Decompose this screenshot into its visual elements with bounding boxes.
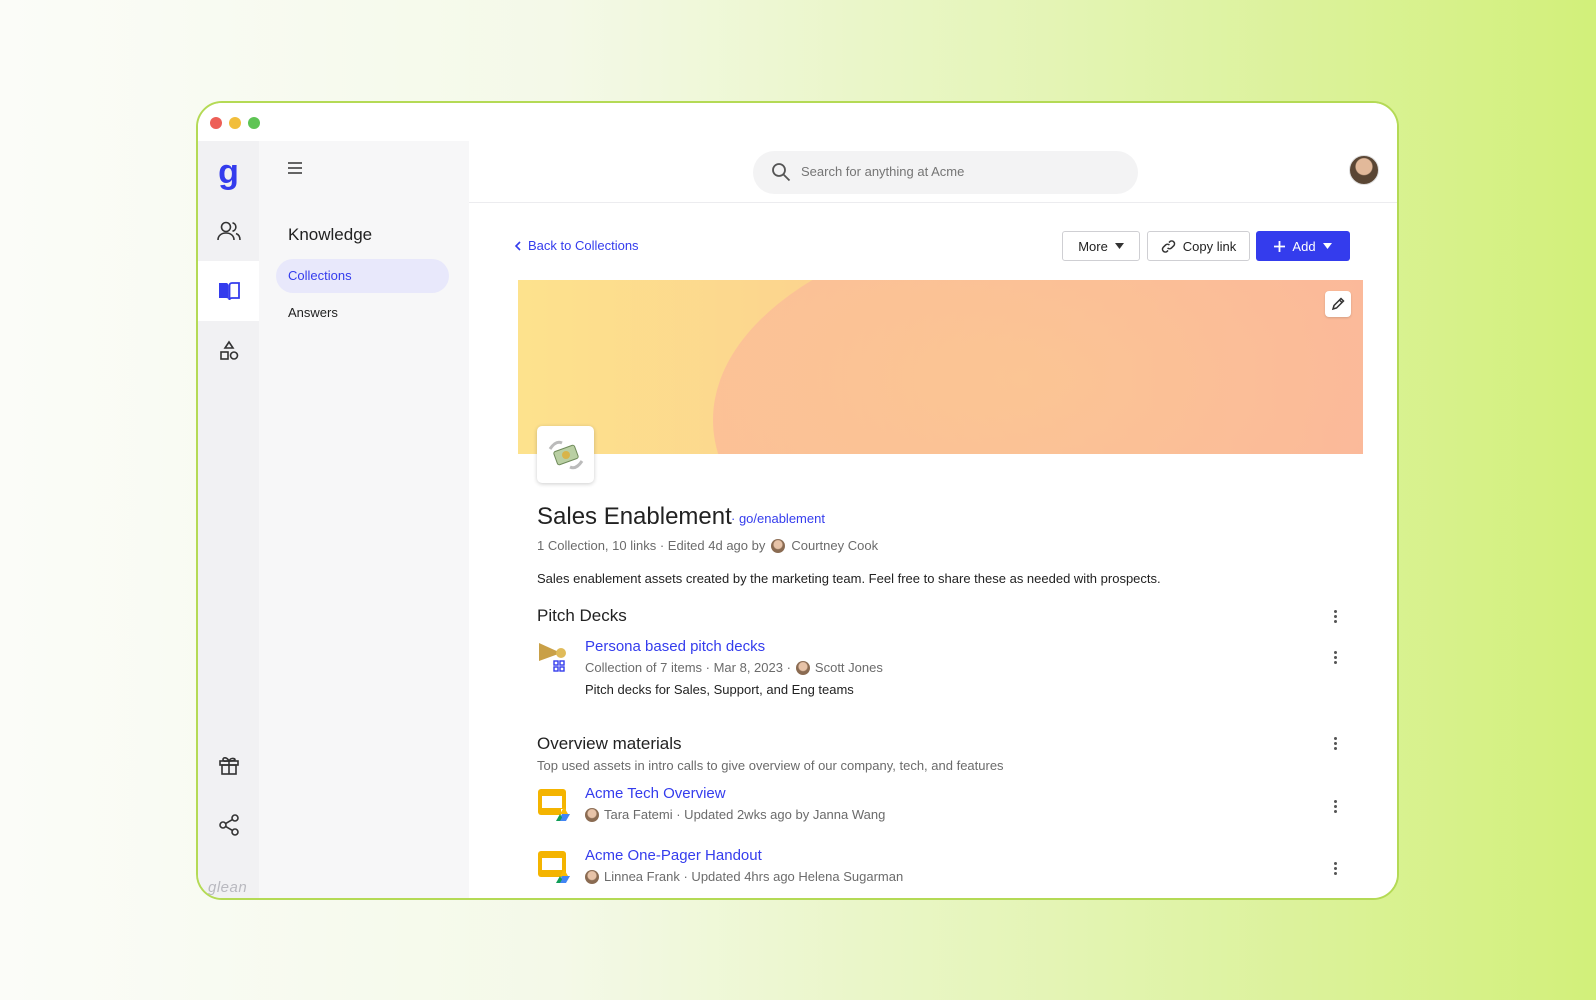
- caret-down-icon: [1114, 243, 1124, 249]
- google-slides-icon: [537, 787, 570, 821]
- item-author[interactable]: Scott Jones: [815, 660, 883, 675]
- subnav-item-collections[interactable]: Collections: [276, 259, 449, 293]
- collection-banner: [518, 280, 1363, 454]
- glean-logo[interactable]: g: [198, 155, 259, 189]
- item-title-acme-tech-overview[interactable]: Acme Tech Overview: [585, 785, 726, 802]
- item-meta: Collection of 7 items · Mar 8, 2023 · Sc…: [585, 660, 883, 675]
- collection-item-icon: [537, 637, 569, 672]
- hamburger-menu-icon[interactable]: [287, 161, 307, 177]
- search-input[interactable]: Search for anything at Acme: [753, 151, 1138, 194]
- edit-banner-button[interactable]: [1325, 291, 1351, 317]
- caret-down-icon: [1322, 243, 1332, 249]
- main-content: Search for anything at Acme Back to Coll…: [469, 141, 1397, 898]
- pencil-icon: [1331, 297, 1345, 311]
- chevron-left-icon: [514, 240, 521, 251]
- icon-rail: g glean: [198, 141, 259, 898]
- section-title-pitch-decks: Pitch Decks: [537, 606, 627, 625]
- back-link-label: Back to Collections: [528, 238, 639, 253]
- more-button-label: More: [1078, 238, 1108, 254]
- item-meta: Tara Fatemi · Updated 2wks ago by Janna …: [585, 807, 885, 822]
- knowledge-book-icon[interactable]: [198, 261, 259, 321]
- user-avatar[interactable]: [1349, 155, 1379, 185]
- item-more-options-icon[interactable]: [1334, 862, 1338, 877]
- item-more-options-icon[interactable]: [1334, 800, 1338, 815]
- subnav-item-answers[interactable]: Answers: [276, 296, 449, 330]
- search-icon: [771, 162, 791, 187]
- item-meta-text: Collection of 7 items · Mar 8, 2023 ·: [585, 660, 791, 675]
- author-avatar: [795, 660, 810, 675]
- subnav-title: Knowledge: [288, 225, 373, 244]
- top-bar: Search for anything at Acme: [469, 141, 1397, 203]
- people-icon[interactable]: [198, 201, 259, 261]
- add-button-label: Add: [1292, 238, 1316, 254]
- more-button[interactable]: More: [1062, 231, 1140, 261]
- add-button[interactable]: Add: [1256, 231, 1350, 261]
- collection-emoji-icon[interactable]: [537, 426, 594, 483]
- glean-wordmark: glean: [208, 879, 248, 896]
- item-meta: Linnea Frank · Updated 4hrs ago Helena S…: [585, 869, 903, 884]
- app-window: g glean Knowledge Collections Answers Se…: [196, 101, 1399, 900]
- item-more-options-icon[interactable]: [1334, 651, 1338, 666]
- collection-title: Sales Enablement: [537, 503, 732, 530]
- author-avatar: [585, 807, 599, 822]
- collection-author[interactable]: Courtney Cook: [791, 538, 878, 553]
- plus-icon: [1274, 240, 1286, 252]
- title-bar: [198, 103, 1397, 141]
- collection-description: Sales enablement assets created by the m…: [537, 571, 1161, 586]
- section-more-options-icon[interactable]: [1334, 610, 1338, 625]
- link-icon: [1161, 239, 1175, 253]
- minimize-window-button[interactable]: [229, 117, 241, 129]
- item-meta-text: Tara Fatemi · Updated 2wks ago by Janna …: [604, 807, 886, 822]
- apps-shapes-icon[interactable]: [198, 321, 259, 381]
- google-slides-icon: [537, 849, 570, 883]
- item-description: Pitch decks for Sales, Support, and Eng …: [585, 682, 854, 697]
- maximize-window-button[interactable]: [248, 117, 260, 129]
- money-with-wings-icon: [548, 440, 583, 469]
- gift-icon[interactable]: [198, 735, 259, 795]
- search-placeholder: Search for anything at Acme: [801, 164, 965, 179]
- close-window-button[interactable]: [210, 117, 222, 129]
- author-avatar: [771, 538, 786, 553]
- section-subtitle: Top used assets in intro calls to give o…: [537, 758, 1004, 773]
- copy-link-button[interactable]: Copy link: [1147, 231, 1250, 261]
- section-more-options-icon[interactable]: [1334, 737, 1338, 752]
- item-title-acme-one-pager[interactable]: Acme One-Pager Handout: [585, 847, 762, 864]
- share-icon[interactable]: [198, 795, 259, 855]
- copy-link-label: Copy link: [1182, 238, 1237, 254]
- back-to-collections-link[interactable]: Back to Collections: [514, 238, 639, 253]
- collection-meta-text: 1 Collection, 10 links · Edited 4d ago b…: [537, 538, 766, 553]
- collection-meta: 1 Collection, 10 links · Edited 4d ago b…: [537, 538, 878, 553]
- banner-decoration: [713, 280, 1363, 454]
- collection-golink[interactable]: · go/enablement: [731, 511, 825, 526]
- author-avatar: [585, 869, 599, 884]
- item-meta-text: Linnea Frank · Updated 4hrs ago Helena S…: [604, 869, 904, 884]
- knowledge-subnav: Knowledge Collections Answers: [259, 141, 469, 898]
- section-title-overview-materials: Overview materials: [537, 734, 682, 753]
- item-title-persona-pitch-decks[interactable]: Persona based pitch decks: [585, 638, 765, 655]
